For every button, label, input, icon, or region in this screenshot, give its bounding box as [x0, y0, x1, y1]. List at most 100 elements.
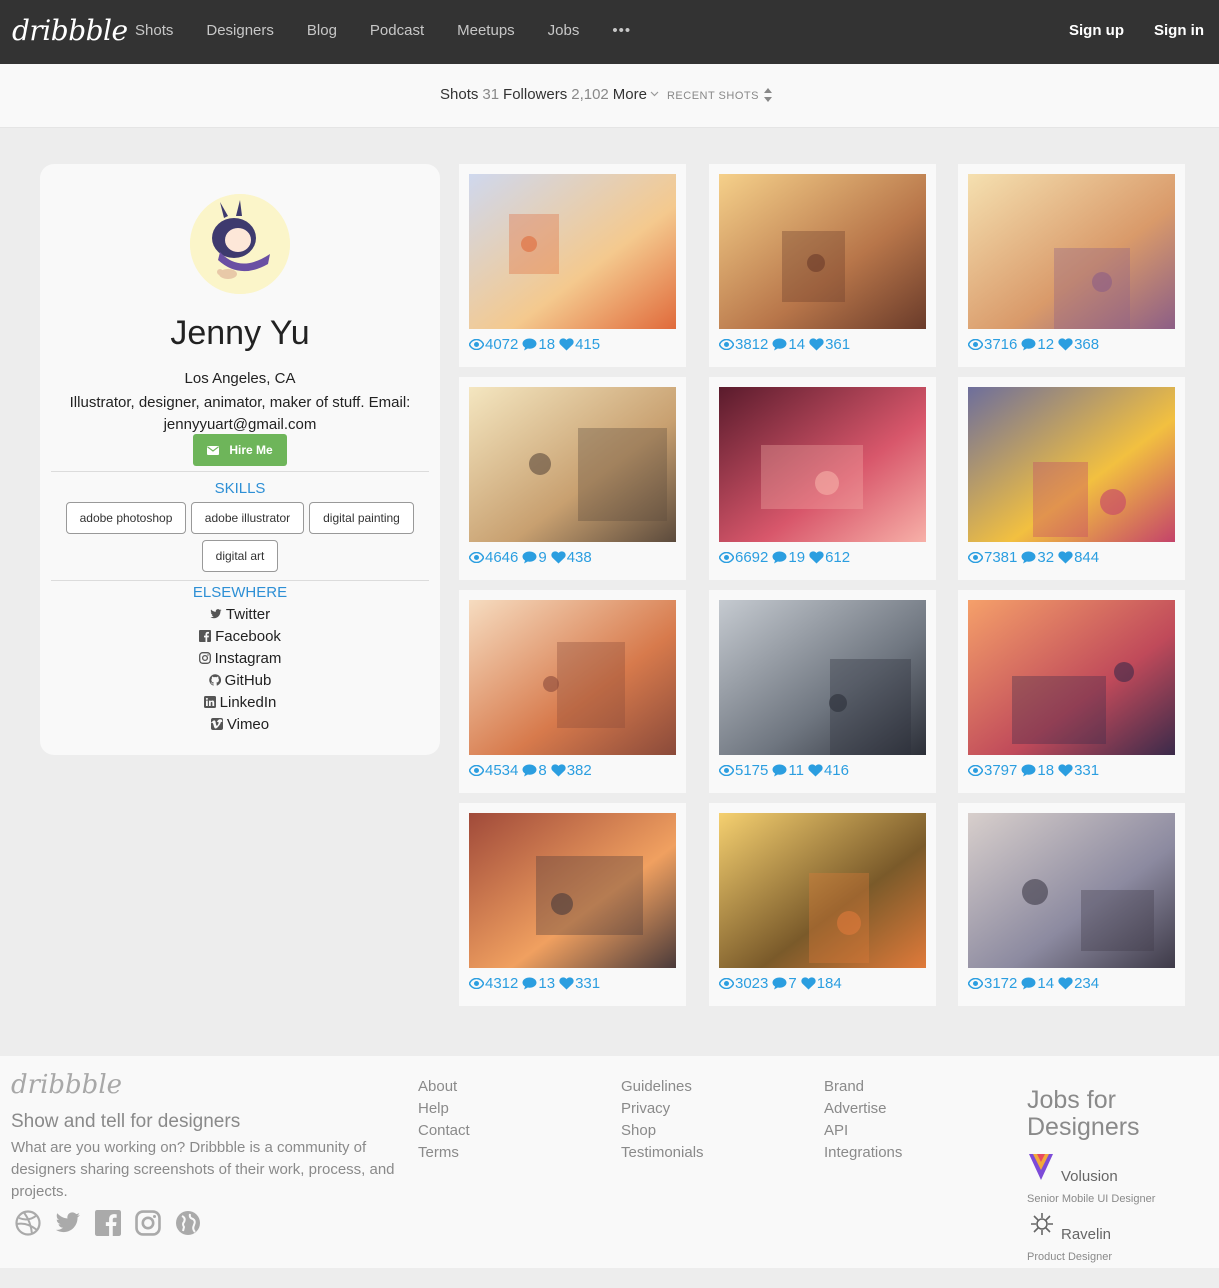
footer-link-about[interactable]: About: [418, 1076, 470, 1098]
shots-tab-label[interactable]: Shots: [440, 86, 478, 103]
views-stat[interactable]: 3716: [968, 336, 1017, 353]
shot-thumbnail[interactable]: [469, 387, 676, 542]
footer-link-brand[interactable]: Brand: [824, 1076, 902, 1098]
comments-stat[interactable]: 9: [522, 549, 547, 566]
twitter-icon[interactable]: [55, 1210, 81, 1236]
shot-card[interactable]: 6692 19 612: [709, 377, 936, 580]
views-stat[interactable]: 3023: [719, 975, 768, 992]
comments-stat[interactable]: 14: [1021, 975, 1054, 992]
instagram-icon[interactable]: [135, 1210, 161, 1236]
social-link-facebook[interactable]: Facebook: [40, 625, 440, 647]
shot-card[interactable]: 4534 8 382: [459, 590, 686, 793]
shot-thumbnail[interactable]: [469, 174, 676, 329]
nav-link-jobs[interactable]: Jobs: [548, 22, 580, 39]
shot-thumbnail[interactable]: [719, 387, 926, 542]
shot-card[interactable]: 3716 12 368: [958, 164, 1185, 367]
shot-thumbnail[interactable]: [719, 813, 926, 968]
job-role[interactable]: Product Designer: [1027, 1251, 1112, 1263]
avatar[interactable]: [190, 194, 290, 294]
shot-card[interactable]: 4646 9 438: [459, 377, 686, 580]
shot-card[interactable]: 5175 11 416: [709, 590, 936, 793]
more-dropdown[interactable]: More: [613, 86, 647, 103]
social-link-twitter[interactable]: Twitter: [40, 603, 440, 625]
comments-stat[interactable]: 8: [522, 762, 547, 779]
nav-link-blog[interactable]: Blog: [307, 22, 337, 39]
footer-logo[interactable]: dribbble: [11, 1070, 122, 1100]
likes-stat[interactable]: 234: [1058, 975, 1099, 992]
footer-link-terms[interactable]: Terms: [418, 1142, 470, 1164]
likes-stat[interactable]: 184: [801, 975, 842, 992]
likes-stat[interactable]: 416: [808, 762, 849, 779]
shot-thumbnail[interactable]: [968, 813, 1175, 968]
hire-me-button[interactable]: Hire Me: [193, 434, 287, 466]
shot-thumbnail[interactable]: [469, 600, 676, 755]
footer-link-contact[interactable]: Contact: [418, 1120, 470, 1142]
views-stat[interactable]: 4312: [469, 975, 518, 992]
facebook-icon[interactable]: [95, 1210, 121, 1236]
likes-stat[interactable]: 361: [809, 336, 850, 353]
footer-link-help[interactable]: Help: [418, 1098, 470, 1120]
shot-thumbnail[interactable]: [719, 600, 926, 755]
dribbble-logo[interactable]: dribbble: [12, 14, 128, 47]
shot-card[interactable]: 3023 7 184: [709, 803, 936, 1006]
sort-dropdown[interactable]: RECENT SHOTS: [667, 90, 759, 102]
shot-card[interactable]: 3797 18 331: [958, 590, 1185, 793]
skill-tag[interactable]: adobe photoshop: [66, 502, 186, 534]
views-stat[interactable]: 7381: [968, 549, 1017, 566]
likes-stat[interactable]: 382: [551, 762, 592, 779]
shot-card[interactable]: 7381 32 844: [958, 377, 1185, 580]
dribbble-icon[interactable]: [15, 1210, 41, 1236]
nav-link-podcast[interactable]: Podcast: [370, 22, 424, 39]
likes-stat[interactable]: 331: [559, 975, 600, 992]
comments-stat[interactable]: 19: [772, 549, 805, 566]
comments-stat[interactable]: 11: [772, 762, 804, 779]
job-role[interactable]: Senior Mobile UI Designer: [1027, 1193, 1155, 1205]
skill-tag[interactable]: digital painting: [309, 502, 414, 534]
nav-link-shots[interactable]: Shots: [135, 22, 173, 39]
skill-tag[interactable]: digital art: [202, 540, 278, 572]
shot-thumbnail[interactable]: [968, 174, 1175, 329]
shot-card[interactable]: 3172 14 234: [958, 803, 1185, 1006]
skill-tag[interactable]: adobe illustrator: [191, 502, 304, 534]
job-company-ravelin[interactable]: Ravelin: [1061, 1226, 1111, 1243]
comments-stat[interactable]: 18: [1021, 762, 1054, 779]
likes-stat[interactable]: 612: [809, 549, 850, 566]
more-menu-button[interactable]: •••: [612, 22, 631, 39]
social-link-linkedin[interactable]: LinkedIn: [40, 691, 440, 713]
comments-stat[interactable]: 18: [522, 336, 555, 353]
footer-link-integrations[interactable]: Integrations: [824, 1142, 902, 1164]
shot-card[interactable]: 4072 18 415: [459, 164, 686, 367]
comments-stat[interactable]: 14: [772, 336, 805, 353]
shot-card[interactable]: 3812 14 361: [709, 164, 936, 367]
footer-link-shop[interactable]: Shop: [621, 1120, 704, 1142]
likes-stat[interactable]: 331: [1058, 762, 1099, 779]
globe-icon[interactable]: [175, 1210, 201, 1236]
social-link-github[interactable]: GitHub: [40, 669, 440, 691]
shot-thumbnail[interactable]: [968, 387, 1175, 542]
social-link-vimeo[interactable]: Vimeo: [40, 713, 440, 735]
views-stat[interactable]: 4534: [469, 762, 518, 779]
likes-stat[interactable]: 415: [559, 336, 600, 353]
comments-stat[interactable]: 12: [1021, 336, 1054, 353]
footer-link-guidelines[interactable]: Guidelines: [621, 1076, 704, 1098]
followers-tab-label[interactable]: Followers: [503, 86, 567, 103]
shot-card[interactable]: 4312 13 331: [459, 803, 686, 1006]
social-link-instagram[interactable]: Instagram: [40, 647, 440, 669]
nav-link-designers[interactable]: Designers: [206, 22, 274, 39]
job-company-volusion[interactable]: Volusion: [1061, 1168, 1118, 1185]
signup-link[interactable]: Sign up: [1069, 22, 1124, 39]
footer-link-testimonials[interactable]: Testimonials: [621, 1142, 704, 1164]
likes-stat[interactable]: 438: [551, 549, 592, 566]
signin-link[interactable]: Sign in: [1154, 22, 1204, 39]
comments-stat[interactable]: 7: [772, 975, 797, 992]
footer-link-api[interactable]: API: [824, 1120, 902, 1142]
shot-thumbnail[interactable]: [719, 174, 926, 329]
shot-thumbnail[interactable]: [469, 813, 676, 968]
views-stat[interactable]: 3797: [968, 762, 1017, 779]
likes-stat[interactable]: 844: [1058, 549, 1099, 566]
views-stat[interactable]: 5175: [719, 762, 768, 779]
footer-link-advertise[interactable]: Advertise: [824, 1098, 902, 1120]
views-stat[interactable]: 3812: [719, 336, 768, 353]
likes-stat[interactable]: 368: [1058, 336, 1099, 353]
footer-link-privacy[interactable]: Privacy: [621, 1098, 704, 1120]
